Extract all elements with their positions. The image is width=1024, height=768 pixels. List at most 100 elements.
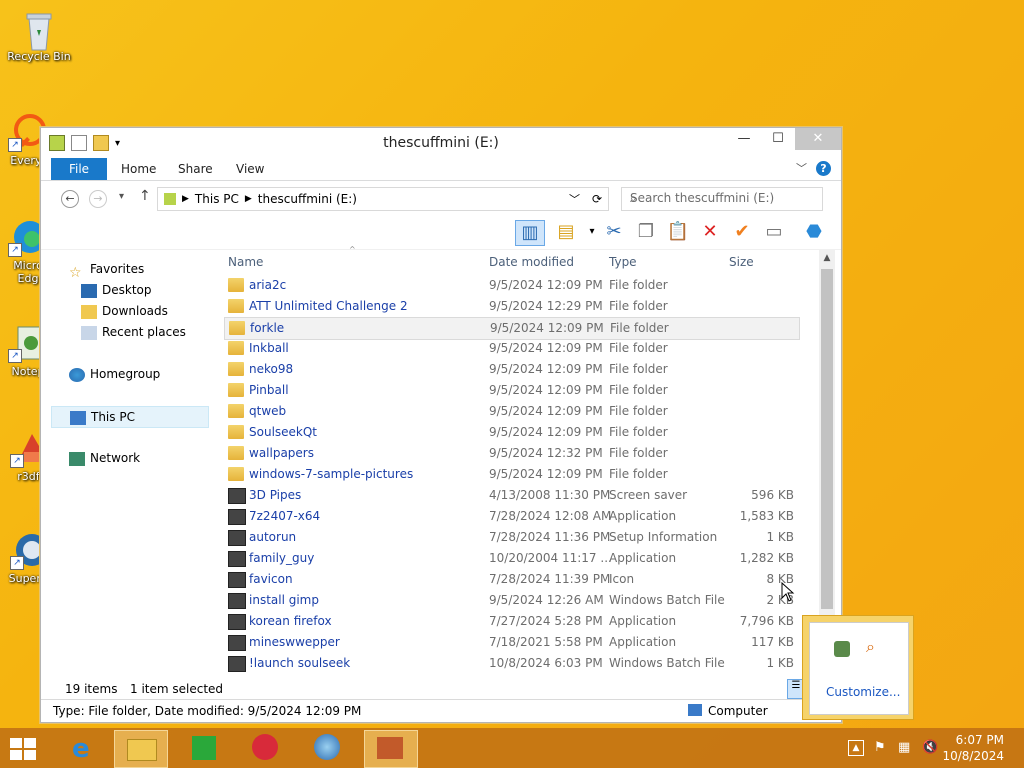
homegroup-icon bbox=[69, 367, 85, 382]
file-icon bbox=[228, 572, 246, 588]
table-row[interactable]: qtweb 9/5/2024 12:09 PM File folder bbox=[224, 401, 798, 422]
nav-favorites[interactable]: ☆ Favorites bbox=[69, 259, 144, 281]
desktop-icon-recycle-bin[interactable]: Recycle Bin bbox=[1, 8, 77, 63]
address-dropdown-icon[interactable]: ﹀ bbox=[569, 191, 580, 207]
sort-indicator-icon: ^ bbox=[349, 245, 356, 254]
table-row[interactable]: neko98 9/5/2024 12:09 PM File folder bbox=[224, 359, 798, 380]
customize-link[interactable]: Customize... bbox=[826, 685, 900, 699]
table-row[interactable]: aria2c 9/5/2024 12:09 PM File folder bbox=[224, 275, 798, 296]
folder-icon bbox=[228, 404, 244, 418]
table-row[interactable]: windows-7-sample-pictures 9/5/2024 12:09 … bbox=[224, 464, 798, 485]
cell-type: File folder bbox=[609, 446, 668, 460]
cell-date: 7/28/2024 12:08 AM bbox=[489, 509, 612, 523]
table-row[interactable]: korean firefox 7/27/2024 5:28 PM Applicati… bbox=[224, 611, 798, 632]
table-row[interactable]: favicon 7/28/2024 11:39 PM Icon 8 KB bbox=[224, 569, 798, 590]
tray-search-icon[interactable]: ⌕ bbox=[866, 637, 875, 657]
tray-app-icon[interactable] bbox=[834, 641, 850, 657]
cell-date: 7/18/2021 5:58 PM bbox=[489, 635, 603, 649]
taskbar-app5[interactable] bbox=[302, 730, 354, 766]
tab-file[interactable]: File bbox=[51, 158, 107, 180]
nav-downloads[interactable]: Downloads bbox=[81, 301, 168, 321]
help-icon[interactable]: ? bbox=[816, 161, 831, 176]
up-button[interactable]: ↑ bbox=[139, 188, 151, 204]
breadcrumb-this-pc[interactable]: This PC bbox=[195, 192, 239, 206]
downloads-icon bbox=[81, 304, 97, 319]
options-icon[interactable]: ⬣ bbox=[801, 220, 827, 244]
close-button[interactable]: ✕ bbox=[795, 128, 841, 150]
cell-name: Inkball bbox=[249, 341, 289, 355]
table-row[interactable]: mineswwepper 7/18/2021 5:58 PM Application… bbox=[224, 632, 798, 653]
volume-muted-icon[interactable]: 🔇 bbox=[922, 740, 938, 756]
taskbar-alarm[interactable] bbox=[240, 730, 292, 766]
file-icon bbox=[228, 614, 246, 630]
cell-date: 9/5/2024 12:09 PM bbox=[489, 425, 603, 439]
system-clock[interactable]: 6:07 PM 10/8/2024 bbox=[942, 732, 1004, 764]
table-row[interactable]: !launch soulseek 10/8/2024 6:03 PM Windows… bbox=[224, 653, 798, 674]
recent-places-icon bbox=[81, 325, 97, 340]
cell-type: Application bbox=[609, 635, 677, 649]
table-row[interactable]: 3D Pipes 4/13/2008 11:30 PM Screen saver 59… bbox=[224, 485, 798, 506]
paste-icon[interactable]: 📋 bbox=[665, 220, 691, 244]
maximize-button[interactable]: ☐ bbox=[761, 128, 795, 150]
table-row[interactable]: SoulseekQt 9/5/2024 12:09 PM File folder bbox=[224, 422, 798, 443]
column-size[interactable]: Size bbox=[729, 255, 754, 269]
column-type[interactable]: Type bbox=[609, 255, 637, 269]
cell-date: 9/5/2024 12:09 PM bbox=[489, 362, 603, 376]
cut-icon[interactable]: ✂ bbox=[601, 220, 627, 244]
recent-locations-icon[interactable]: ▾ bbox=[119, 191, 124, 202]
copy-icon[interactable]: ❐ bbox=[633, 220, 659, 244]
scroll-thumb[interactable] bbox=[821, 269, 833, 609]
tab-view[interactable]: View bbox=[236, 158, 264, 180]
tab-share[interactable]: Share bbox=[178, 158, 213, 180]
scroll-up-icon[interactable]: ▲ bbox=[819, 249, 835, 267]
table-row[interactable]: autorun 7/28/2024 11:36 PM Setup Informati… bbox=[224, 527, 798, 548]
cell-date: 9/5/2024 12:09 PM bbox=[489, 383, 603, 397]
column-date[interactable]: Date modified bbox=[489, 255, 574, 269]
start-button[interactable] bbox=[10, 738, 38, 760]
properties-icon[interactable]: ▭ bbox=[761, 220, 787, 244]
tab-home[interactable]: Home bbox=[121, 158, 156, 180]
nav-desktop[interactable]: Desktop bbox=[81, 280, 152, 300]
search-input[interactable]: Search thescuffmini (E:) ⌕ bbox=[621, 187, 823, 211]
taskbar-ie[interactable]: e bbox=[58, 730, 110, 766]
address-bar[interactable]: ▶ This PC ▶ thescuffmini (E:) ﹀ ⟳ bbox=[157, 187, 609, 211]
table-row[interactable]: ATT Unlimited Challenge 2 9/5/2024 12:29 … bbox=[224, 296, 798, 317]
table-row[interactable]: install gimp 9/5/2024 12:26 AM Windows Bat… bbox=[224, 590, 798, 611]
refresh-icon[interactable]: ⟳ bbox=[592, 192, 602, 206]
breadcrumb-sep-icon: ▶ bbox=[244, 194, 252, 204]
search-icon[interactable]: ⌕ bbox=[630, 191, 816, 206]
table-row[interactable]: family_guy 10/20/2004 11:17 ... Applicatio… bbox=[224, 548, 798, 569]
nav-homegroup[interactable]: Homegroup bbox=[69, 364, 160, 384]
explorer-window[interactable]: ▾ thescuffmini (E:) — ☐ ✕ File Home Shar… bbox=[40, 127, 842, 723]
title-bar[interactable]: ▾ thescuffmini (E:) — ☐ ✕ bbox=[41, 128, 841, 158]
taskbar-explorer[interactable] bbox=[114, 730, 168, 768]
details-bar: Type: File folder, Date modified: 9/5/20… bbox=[41, 699, 839, 722]
table-row[interactable]: forkle 9/5/2024 12:09 PM File folder bbox=[224, 317, 800, 340]
rename-icon[interactable]: ✔ bbox=[729, 220, 755, 244]
preview-pane-icon[interactable]: ▥ bbox=[515, 220, 545, 246]
delete-icon[interactable]: ✕ bbox=[697, 220, 723, 244]
folder-icon bbox=[127, 739, 157, 761]
ribbon-expand-icon[interactable]: ﹀ bbox=[796, 160, 807, 176]
table-row[interactable]: Inkball 9/5/2024 12:09 PM File folder bbox=[224, 338, 798, 359]
taskbar-store[interactable] bbox=[178, 730, 230, 766]
minimize-button[interactable]: — bbox=[727, 128, 761, 150]
nav-network[interactable]: Network bbox=[69, 448, 140, 468]
nav-this-pc[interactable]: This PC bbox=[51, 406, 209, 428]
cell-type: Application bbox=[609, 551, 677, 565]
back-button[interactable]: ← bbox=[61, 190, 79, 208]
move-to-icon[interactable]: ▤ bbox=[553, 220, 579, 244]
breadcrumb-drive[interactable]: thescuffmini (E:) bbox=[258, 192, 357, 206]
cell-date: 9/5/2024 12:32 PM bbox=[489, 446, 603, 460]
folder-icon bbox=[228, 341, 244, 355]
tray-overflow-icon[interactable]: ▲ bbox=[848, 740, 864, 756]
table-row[interactable]: wallpapers 9/5/2024 12:32 PM File folder bbox=[224, 443, 798, 464]
nav-recent[interactable]: Recent places bbox=[81, 322, 186, 342]
table-row[interactable]: 7z2407-x64 7/28/2024 12:08 AM Application 1… bbox=[224, 506, 798, 527]
network-tray-icon[interactable]: ▦ bbox=[898, 740, 914, 756]
forward-button[interactable]: → bbox=[89, 190, 107, 208]
taskbar-app6[interactable] bbox=[364, 730, 418, 768]
column-name[interactable]: Name bbox=[228, 255, 263, 269]
table-row[interactable]: Pinball 9/5/2024 12:09 PM File folder bbox=[224, 380, 798, 401]
action-center-flag-icon[interactable]: ⚑ bbox=[874, 740, 890, 756]
